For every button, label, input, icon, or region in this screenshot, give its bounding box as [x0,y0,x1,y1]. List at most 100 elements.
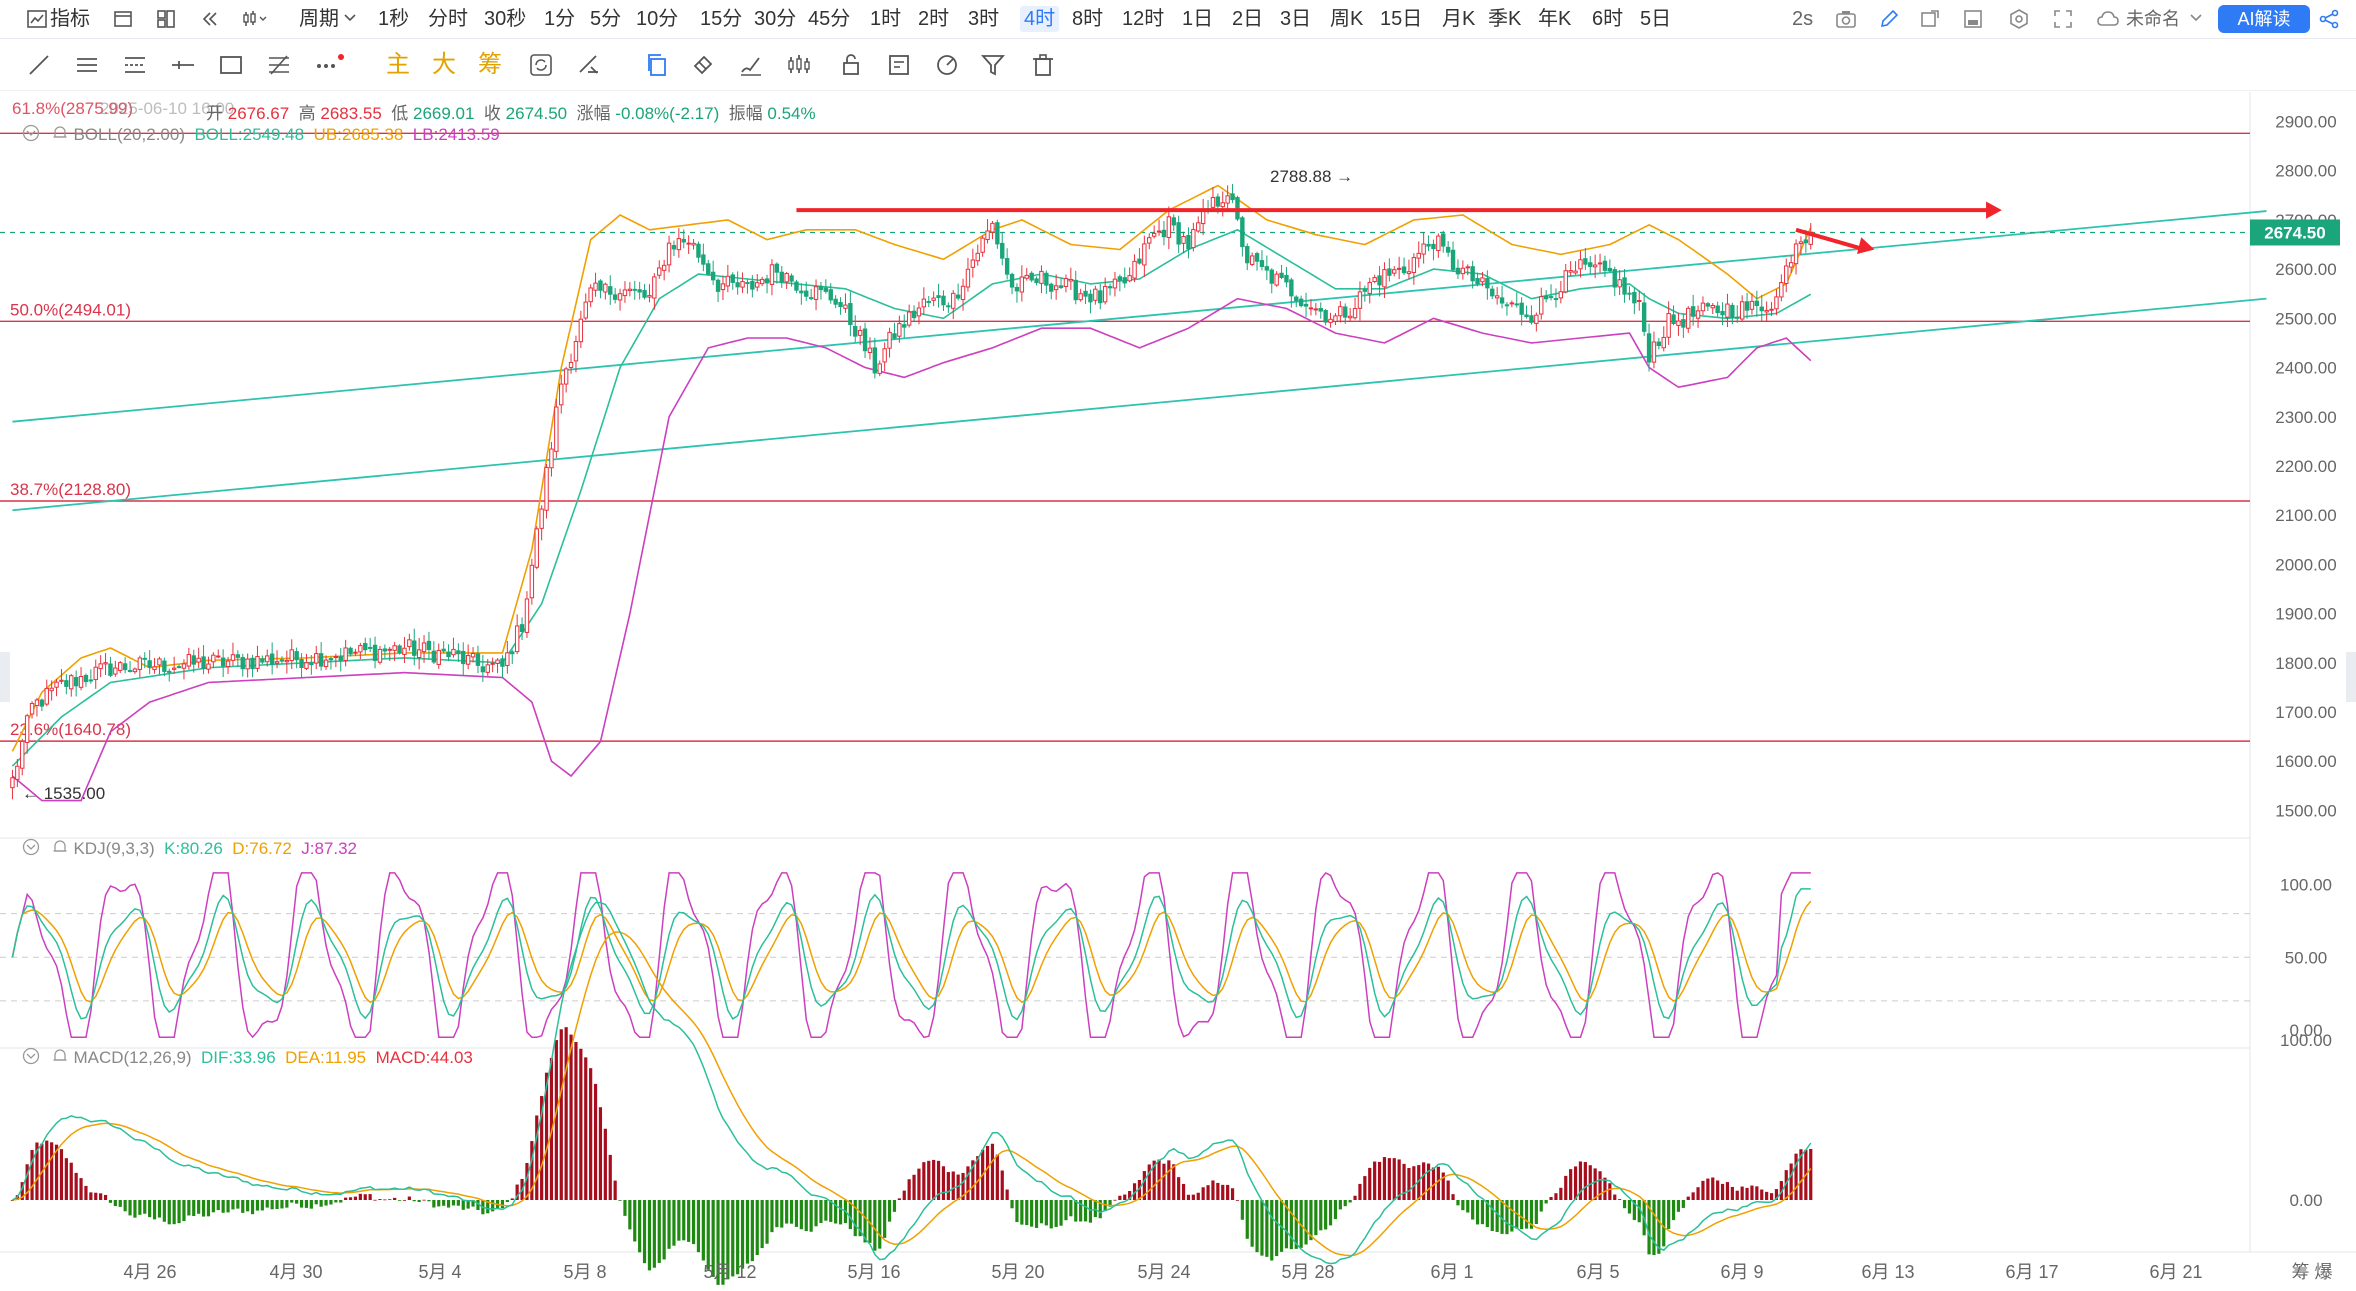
cloud-icon[interactable] [2096,8,2119,30]
interval-tab[interactable]: 6时 [1592,6,1623,32]
macd-histogram-bar [1461,1200,1465,1211]
interval-tab[interactable]: 1时 [870,6,901,32]
collapse-icon[interactable] [22,124,40,147]
interval-tab[interactable]: 3日 [1280,6,1311,32]
layout-icon[interactable] [112,8,134,30]
macd-histogram-bar [1270,1200,1274,1261]
collapse-icon[interactable] [22,1047,40,1070]
candle-body [412,640,417,656]
big-order-toggle[interactable]: 大 [432,50,456,80]
interval-tab[interactable]: 周K [1330,6,1363,32]
erase-drawing-icon[interactable] [576,52,602,78]
pen-icon[interactable] [1878,8,1900,30]
brush-icon[interactable] [738,52,764,78]
window-icon[interactable] [1919,8,1941,30]
interval-tab[interactable]: 3时 [968,6,999,32]
price-tick-label: 2600.00 [2275,260,2336,279]
sync-icon[interactable] [528,52,554,78]
interval-tab[interactable]: 30分 [754,6,796,32]
macd-histogram-bar [1407,1167,1411,1200]
interval-tab[interactable]: 1秒 [378,6,409,32]
bell-icon[interactable] [51,1047,69,1070]
chip-distribution-toggle[interactable]: 筹 [478,50,502,80]
interval-tab[interactable]: 2日 [1232,6,1263,32]
interval-tab[interactable]: 12时 [1122,6,1164,32]
indicator-button[interactable]: 指标 [50,6,90,32]
interval-tab[interactable]: 季K [1488,6,1521,32]
candle-body [661,264,667,271]
macd-histogram-bar [946,1172,950,1200]
period-dropdown[interactable]: 周期 [299,6,339,32]
delete-icon[interactable] [1030,52,1056,78]
lock-icon[interactable] [838,52,864,78]
line-tool-icon[interactable] [26,52,52,78]
price-tick-label: 1800.00 [2275,654,2336,673]
macd-histogram-bar [1005,1189,1009,1200]
interval-tab[interactable]: 分时 [428,6,468,32]
candle-body [382,648,388,652]
high-label: 高 [298,104,316,123]
camera-icon[interactable] [1835,8,1857,30]
left-collapse-handle[interactable] [0,652,10,702]
copy-icon[interactable] [644,52,670,78]
interval-tab[interactable]: 月K [1442,6,1475,32]
fullscreen-icon[interactable] [2052,8,2074,30]
bell-icon[interactable] [51,124,69,147]
rectangle-tool-icon[interactable] [218,52,244,78]
settings-icon[interactable] [2008,8,2030,30]
interval-tab[interactable]: 2时 [918,6,949,32]
macd-histogram-bar [819,1200,823,1223]
macd-histogram-bar [1627,1200,1632,1214]
filter-icon[interactable] [980,52,1006,78]
horizontal-line-icon[interactable] [170,52,196,78]
refresh-interval[interactable]: 2s [1792,6,1813,32]
magnet-icon[interactable] [690,52,716,78]
indicator-icon[interactable] [26,8,48,30]
interval-tab[interactable]: 30秒 [484,6,526,32]
save-icon[interactable] [1962,8,1984,30]
layout-name-dropdown[interactable]: 未命名 [2126,6,2180,32]
interval-tab[interactable]: 15日 [1380,6,1422,32]
chart-area[interactable]: 2900.002800.002700.002600.002500.002400.… [0,92,2356,1291]
macd-tick-label: 0.00 [2289,1191,2322,1210]
time-axis-label: 4月 30 [269,1262,322,1282]
collapse-icon[interactable] [22,838,40,861]
macd-histogram-bar [579,1048,583,1200]
fibonacci-tool-icon[interactable] [266,52,292,78]
ai-analysis-button[interactable]: AI解读 [2218,5,2310,33]
interval-tab[interactable]: 10分 [636,6,678,32]
macd-histogram-bar [1172,1164,1176,1200]
grid-icon[interactable] [155,8,177,30]
parallel-lines-icon[interactable] [74,52,100,78]
macd-histogram-bar [94,1192,98,1200]
candle-body [470,653,476,658]
macd-histogram-bar [1436,1166,1440,1200]
interval-tab[interactable]: 8时 [1072,6,1103,32]
interval-tab[interactable]: 5日 [1640,6,1671,32]
interval-tab[interactable]: 4时 [1020,6,1060,32]
interval-tab[interactable]: 5分 [590,6,621,32]
interval-tab[interactable]: 15分 [700,6,742,32]
bar-compare-icon[interactable] [786,52,812,78]
boll-ub-value: UB:2685.38 [313,124,404,144]
candle-body [1597,262,1603,265]
right-collapse-handle[interactable] [2346,652,2356,702]
channel-tool-icon[interactable] [122,52,148,78]
interval-tab[interactable]: 45分 [808,6,850,32]
note-icon[interactable] [886,52,912,78]
chart-type-icon[interactable] [242,8,267,30]
more-tools-icon[interactable] [314,52,344,78]
main-indicator-toggle[interactable]: 主 [386,50,410,80]
price-chart[interactable]: 2900.002800.002700.002600.002500.002400.… [0,92,2356,1291]
candle-body [1014,286,1020,292]
open-value: 2676.67 [227,104,290,123]
measure-icon[interactable] [934,52,960,78]
candle-body [323,659,329,668]
candle-body [1421,243,1426,255]
rewind-icon[interactable] [199,8,221,30]
interval-tab[interactable]: 1日 [1182,6,1213,32]
share-icon[interactable] [2318,8,2340,30]
interval-tab[interactable]: 1分 [544,6,575,32]
bell-icon[interactable] [51,838,69,861]
interval-tab[interactable]: 年K [1538,6,1571,32]
